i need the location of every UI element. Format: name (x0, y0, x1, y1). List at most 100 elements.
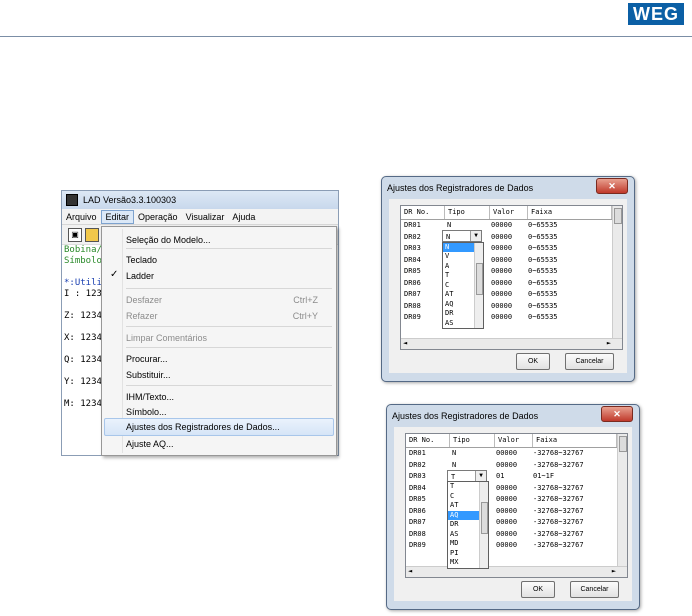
menu-item[interactable]: Ajuste AQ... (126, 437, 332, 451)
column-header[interactable]: Valor (490, 206, 528, 219)
table-cell: 0~65535 (528, 221, 558, 229)
type-dropdown-list[interactable]: T C AT AQ DR AS MD PI MX (447, 481, 489, 569)
table-row[interactable]: DR07 00000 -32768~32767 (406, 517, 627, 529)
list-scroll-thumb[interactable] (476, 262, 483, 295)
type-combobox[interactable]: T ▼ (447, 469, 487, 482)
menu-item[interactable]: Símbolo... (126, 405, 332, 419)
menu-item[interactable]: Limpar Comentários (126, 331, 332, 345)
menu-item-label: Símbolo... (126, 407, 167, 417)
menu-arquivo[interactable]: Arquivo (62, 211, 101, 223)
list-scrollbar[interactable] (474, 242, 483, 328)
menu-item-label: Seleção do Modelo... (126, 235, 211, 245)
table-cell: 00000 (491, 278, 513, 287)
menu-ajuda[interactable]: Ajuda (228, 211, 259, 223)
menu-item[interactable]: IHM/Texto... (126, 390, 332, 404)
table-cell: DR05 (404, 267, 421, 275)
column-header[interactable]: Faixa (533, 434, 617, 447)
close-button[interactable]: ✕ (596, 178, 628, 194)
menu-editar[interactable]: Editar (100, 209, 135, 224)
scroll-right-icon[interactable]: ► (612, 567, 616, 575)
table-cell: DR02 (404, 232, 421, 241)
table-row[interactable]: DR08 00000 -32768~32767 (406, 529, 627, 541)
open-folder-icon[interactable] (85, 227, 99, 242)
table-cell: -32768~32767 (533, 518, 584, 526)
column-header[interactable]: DR No. (401, 206, 445, 219)
table-row[interactable]: DR03 00000 0~65535 (401, 243, 622, 255)
menu-item-label: Desfazer (126, 295, 163, 305)
close-button[interactable]: ✕ (601, 406, 633, 422)
menu-separator (126, 326, 332, 327)
menu-item-label: Ladder (126, 271, 155, 281)
menu-item[interactable]: Refazer Ctrl+Y (126, 309, 332, 323)
combobox-value: T (451, 472, 456, 481)
column-header[interactable]: DR No. (406, 434, 450, 447)
scroll-left-icon[interactable]: ◄ (403, 339, 407, 347)
table-row[interactable]: DR07 00000 0~65535 (401, 289, 622, 301)
menu-item-label: Ajuste AQ... (126, 439, 174, 449)
scroll-thumb[interactable] (614, 208, 622, 224)
column-header[interactable]: Tipo (450, 434, 495, 447)
vertical-scrollbar[interactable] (612, 206, 622, 339)
cancel-button[interactable]: Cancelar (570, 581, 619, 598)
table-cell: 0~65535 (528, 232, 558, 241)
table-row[interactable]: DR08 00000 0~65535 (401, 301, 622, 313)
menu-visualizar[interactable]: Visualizar (182, 211, 229, 223)
ok-button[interactable]: OK (516, 353, 550, 370)
table-row[interactable]: DR02 N 00000 0~65535 (401, 232, 622, 244)
menu-item[interactable]: Ajustes dos Registradores de Dados... (126, 420, 332, 434)
menu-item[interactable]: Procurar... (126, 352, 332, 366)
table-cell: 00000 (491, 301, 513, 310)
column-header[interactable]: Faixa (528, 206, 612, 219)
menu-item-label: Limpar Comentários (126, 333, 208, 343)
scroll-thumb[interactable] (619, 436, 627, 452)
table-cell: -32768~32767 (533, 483, 584, 492)
table-row[interactable]: DR01 N 00000 -32768~32767 (406, 448, 627, 460)
table-cell: 00000 (491, 255, 513, 264)
menu-item[interactable]: Seleção do Modelo... (126, 233, 332, 247)
table-row[interactable]: DR03 01 01~1F (406, 471, 627, 483)
column-header[interactable]: Tipo (445, 206, 490, 219)
chevron-down-icon[interactable]: ▼ (475, 470, 486, 481)
table-row[interactable]: DR06 00000 -32768~32767 (406, 506, 627, 518)
horizontal-scrollbar[interactable]: ◄ ► (406, 566, 627, 577)
type-combobox[interactable]: N ▼ (442, 230, 482, 242)
list-scrollbar[interactable] (479, 482, 488, 568)
table-cell: DR06 (409, 506, 426, 515)
ok-button[interactable]: OK (521, 581, 555, 598)
scroll-right-icon[interactable]: ► (607, 339, 611, 347)
scroll-left-icon[interactable]: ◄ (408, 567, 412, 575)
table-row[interactable]: DR09 00000 0~65535 (401, 312, 622, 324)
table-row[interactable]: DR09 00000 -32768~32767 (406, 540, 627, 552)
menu-item[interactable]: Substituir... (126, 368, 332, 382)
type-dropdown-list[interactable]: N V A T C AT AQ DR AS (442, 241, 484, 329)
table-cell: -32768~32767 (533, 541, 584, 549)
horizontal-scrollbar[interactable]: ◄ ► (401, 338, 622, 349)
table-row[interactable]: DR05 00000 0~65535 (401, 266, 622, 278)
table-cell: 01 (496, 472, 505, 480)
menu-item-label: Teclado (126, 255, 158, 265)
menu-item[interactable]: Teclado (126, 253, 332, 267)
new-file-icon[interactable]: ▣ (68, 227, 82, 242)
dr-grid[interactable]: DR No. Tipo Valor Faixa DR01 N 00000 0~65535 DR0… (400, 205, 623, 350)
table-row[interactable]: DR05 00000 -32768~32767 (406, 494, 627, 506)
menu-item[interactable]: Ladder (126, 269, 332, 283)
column-header[interactable]: Valor (495, 434, 533, 447)
table-cell: -32768~32767 (533, 460, 584, 469)
vertical-scrollbar[interactable] (617, 434, 627, 567)
menu-operacao[interactable]: Operação (134, 211, 182, 223)
table-row[interactable]: DR01 N 00000 0~65535 (401, 220, 622, 232)
table-cell: 00000 (496, 449, 518, 457)
table-cell: -32768~32767 (533, 449, 584, 457)
table-row[interactable]: DR02 N 00000 -32768~32767 (406, 460, 627, 472)
lad-titlebar: LAD Versão3.3.100303 (62, 191, 338, 209)
table-row[interactable]: DR06 00000 0~65535 (401, 278, 622, 290)
table-cell: DR02 (409, 460, 426, 469)
list-scroll-thumb[interactable] (481, 502, 488, 534)
table-row[interactable]: DR04 00000 -32768~32767 (406, 483, 627, 495)
chevron-down-icon[interactable]: ▼ (470, 231, 481, 241)
menu-item[interactable]: Desfazer Ctrl+Z (126, 293, 332, 307)
cancel-button[interactable]: Cancelar (565, 353, 614, 370)
table-row[interactable]: DR04 00000 0~65535 (401, 255, 622, 267)
dr-grid[interactable]: DR No. Tipo Valor Faixa DR01 N 00000 -32768~327… (405, 433, 628, 578)
table-cell: 00000 (496, 541, 518, 549)
